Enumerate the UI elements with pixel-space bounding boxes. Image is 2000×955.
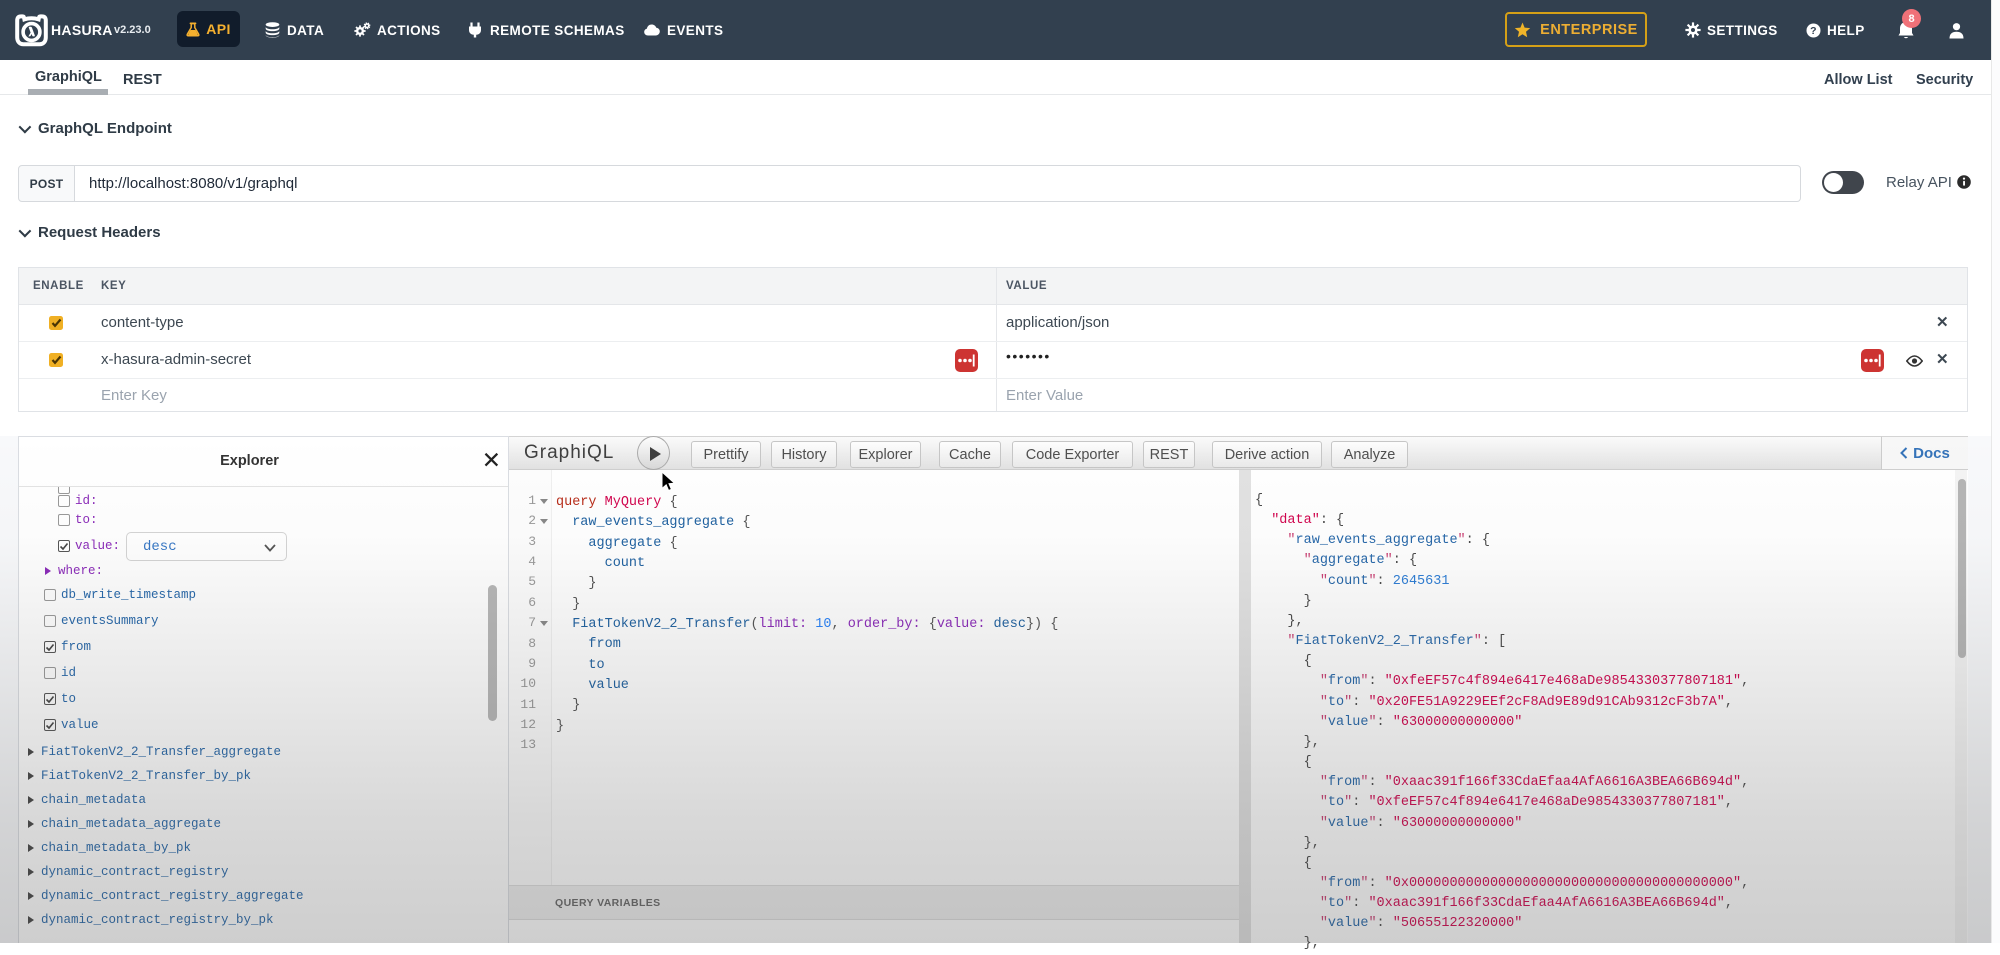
svg-text:?: ? bbox=[1810, 25, 1817, 37]
